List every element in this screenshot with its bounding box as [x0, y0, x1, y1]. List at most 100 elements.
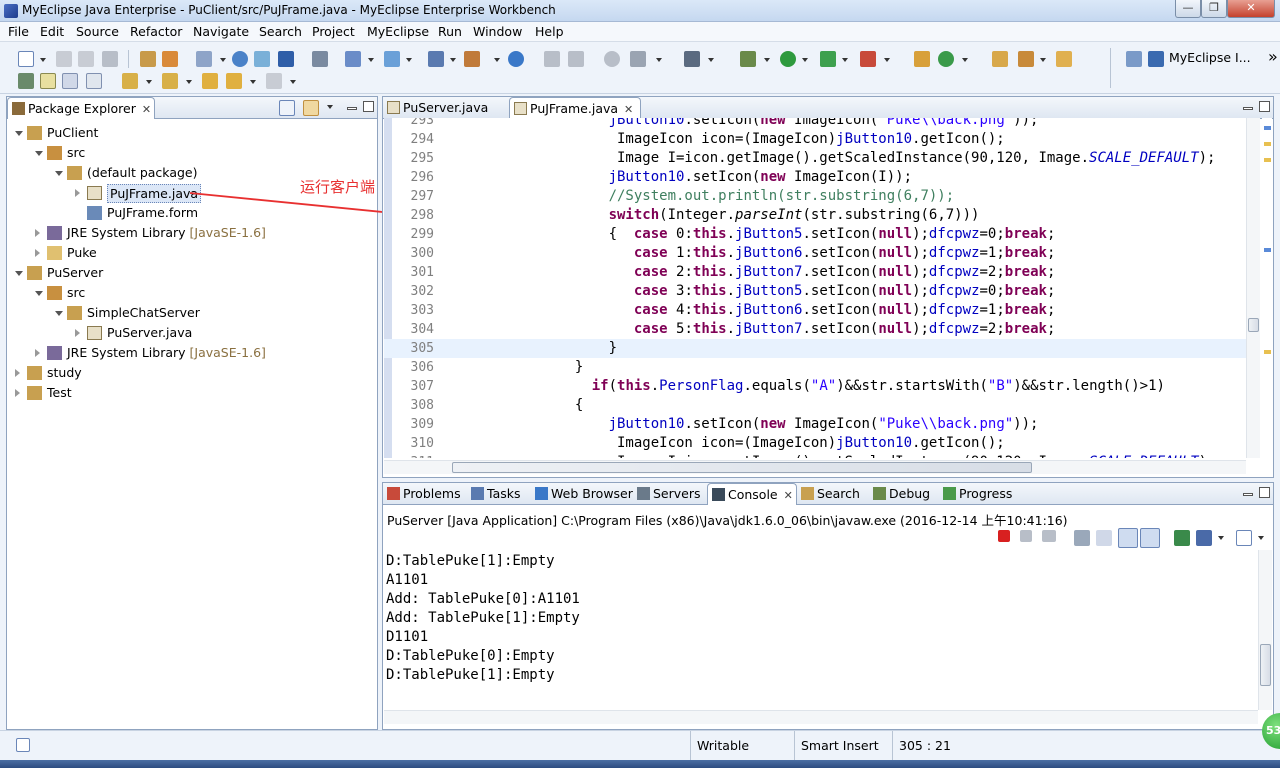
code-line[interactable]: 311 Image I=icon.getImage().getScaledIns…	[384, 453, 1246, 458]
console-line: A1101	[386, 572, 429, 588]
editor-horizontal-scrollbar[interactable]	[384, 460, 1246, 474]
show-on-stdout-icon[interactable]	[1118, 528, 1138, 548]
console-header: PuServer [Java Application] C:\Program F…	[384, 508, 1272, 548]
console-line: Add: TablePuke[0]:A1101	[386, 591, 580, 607]
tab-problems[interactable]: Problems	[383, 483, 467, 505]
editor-tabbar: PuServer.java PuJFrame.java ✕	[383, 97, 1273, 119]
line-number: 309	[410, 417, 434, 432]
servers-icon	[637, 487, 650, 500]
tab-tasks[interactable]: Tasks	[467, 483, 531, 505]
bottom-tabbar: Problems Tasks Web Browser Servers Console ✕ S…	[383, 483, 1273, 505]
open-console-icon[interactable]	[1236, 530, 1252, 546]
code-text: ImageIcon icon=(ImageIcon)jButton10.getI…	[440, 131, 1005, 147]
scroll-thumb[interactable]	[1248, 318, 1259, 332]
maximize-editor-icon[interactable]	[1259, 101, 1270, 112]
console-icon	[712, 488, 725, 501]
problems-icon	[387, 487, 400, 500]
code-line[interactable]: 306 }	[384, 358, 1246, 377]
close-icon[interactable]: ✕	[624, 103, 633, 116]
tab-label: Console	[728, 487, 778, 502]
editor-vertical-scrollbar[interactable]	[1246, 118, 1260, 458]
line-number: 304	[410, 322, 434, 337]
overview-marker[interactable]	[1264, 126, 1271, 130]
overview-marker[interactable]	[1264, 248, 1271, 252]
code-line[interactable]: 301 case 2:this.jButton7.setIcon(null);d…	[384, 263, 1246, 282]
code-text: case 3:this.jButton5.setIcon(null);dfcpw…	[633, 283, 1056, 299]
code-line[interactable]: 302 case 3:this.jButton5.setIcon(null);d…	[384, 282, 1246, 301]
code-line[interactable]: 296 jButton10.setIcon(new ImageIcon(I));	[384, 168, 1246, 187]
console-horizontal-scrollbar[interactable]	[384, 710, 1258, 724]
progress-icon	[943, 487, 956, 500]
code-line[interactable]: 304 case 5:this.jButton7.setIcon(null);d…	[384, 320, 1246, 339]
tab-servers[interactable]: Servers	[633, 483, 707, 505]
java-file-icon	[387, 101, 400, 114]
tab-search[interactable]: Search	[797, 483, 869, 505]
line-number: 310	[410, 436, 434, 451]
code-line[interactable]: 303 case 4:this.jButton6.setIcon(null);d…	[384, 301, 1246, 320]
scroll-thumb[interactable]	[1260, 644, 1271, 686]
code-line[interactable]: 294 ImageIcon icon=(ImageIcon)jButton10.…	[384, 130, 1246, 149]
code-line[interactable]: 310 ImageIcon icon=(ImageIcon)jButton10.…	[384, 434, 1246, 453]
scroll-lock-icon[interactable]	[1096, 530, 1112, 546]
close-icon[interactable]: ✕	[784, 489, 793, 502]
annotation-label: 运行客户端	[300, 178, 376, 196]
maximize-view-icon[interactable]	[1259, 487, 1270, 498]
tab-label: Search	[817, 486, 860, 501]
fast-view-icon[interactable]	[16, 738, 30, 752]
display-console-icon[interactable]	[1196, 530, 1212, 546]
code-line[interactable]: 308 {	[384, 396, 1246, 415]
console-output[interactable]: D:TablePuke[1]:Empty A1101 Add: TablePuke[…	[384, 550, 1260, 710]
code-line[interactable]: 309 jButton10.setIcon(new ImageIcon("Puk…	[384, 415, 1246, 434]
tab-label: Problems	[403, 486, 461, 501]
console-line: Add: TablePuke[1]:Empty	[386, 610, 580, 626]
console-line: D:TablePuke[0]:Empty	[386, 648, 555, 664]
code-line[interactable]: 299 { case 0:this.jButton5.setIcon(null)…	[384, 225, 1246, 244]
code-line[interactable]: 305 }	[384, 339, 1246, 358]
line-number: 301	[410, 265, 434, 280]
line-number: 311	[392, 453, 434, 458]
console-line: D:TablePuke[1]:Empty	[386, 553, 555, 569]
chevron-down-icon[interactable]	[1218, 536, 1224, 540]
tab-label: PuJFrame.java	[530, 101, 619, 116]
terminate-icon[interactable]	[998, 530, 1010, 542]
tab-label: Tasks	[487, 486, 521, 501]
code-text: jButton10.setIcon(new ImageIcon("Puke\\b…	[608, 118, 1039, 128]
code-line[interactable]: 295 Image I=icon.getImage().getScaledIns…	[384, 149, 1246, 168]
tab-console[interactable]: Console ✕	[707, 483, 797, 505]
overview-marker[interactable]	[1264, 350, 1271, 354]
code-line[interactable]: 300 case 1:this.jButton6.setIcon(null);d…	[384, 244, 1246, 263]
minimize-view-icon[interactable]	[1243, 493, 1253, 496]
code-line[interactable]: 298 switch(Integer.parseInt(str.substrin…	[384, 206, 1246, 225]
code-text: {	[440, 397, 584, 413]
tab-web-browser[interactable]: Web Browser	[531, 483, 633, 505]
chevron-down-icon[interactable]	[1258, 536, 1264, 540]
remove-launch-icon[interactable]	[1020, 530, 1032, 542]
code-line[interactable]: 307 if(this.PersonFlag.equals("A")&&str.…	[384, 377, 1246, 396]
code-text: jButton10.setIcon(new ImageIcon("Puke\\b…	[608, 416, 1039, 432]
tab-debug[interactable]: Debug	[869, 483, 939, 505]
tab-progress[interactable]: Progress	[939, 483, 1017, 505]
tab-pujframe-java[interactable]: PuJFrame.java ✕	[509, 97, 641, 119]
console-vertical-scrollbar[interactable]	[1258, 550, 1272, 710]
line-number: 294	[410, 132, 434, 147]
overview-marker[interactable]	[1264, 142, 1271, 146]
code-line[interactable]: 293 jButton10.setIcon(new ImageIcon("Puk…	[384, 118, 1246, 130]
scroll-thumb[interactable]	[452, 462, 1032, 473]
code-text: case 4:this.jButton6.setIcon(null);dfcpw…	[633, 302, 1056, 318]
tab-label: Debug	[889, 486, 931, 501]
line-number: 305	[410, 341, 434, 356]
line-number: 306	[410, 360, 434, 375]
show-on-stderr-icon[interactable]	[1140, 528, 1160, 548]
code-line[interactable]: 297 //System.out.println(str.substring(6…	[384, 187, 1246, 206]
tab-label: PuServer.java	[403, 100, 489, 115]
pin-console-icon[interactable]	[1174, 530, 1190, 546]
code-editor[interactable]: 293 jButton10.setIcon(new ImageIcon("Puk…	[384, 118, 1246, 458]
remove-all-icon[interactable]	[1042, 530, 1056, 542]
minimize-editor-icon[interactable]	[1243, 107, 1253, 110]
code-text: }	[440, 359, 584, 375]
clear-console-icon[interactable]	[1074, 530, 1090, 546]
code-text: { case 0:this.jButton5.setIcon(null);dfc…	[440, 226, 1056, 242]
overview-marker[interactable]	[1264, 158, 1271, 162]
tab-puserver-java[interactable]: PuServer.java	[383, 97, 505, 119]
code-text: case 1:this.jButton6.setIcon(null);dfcpw…	[633, 245, 1056, 261]
